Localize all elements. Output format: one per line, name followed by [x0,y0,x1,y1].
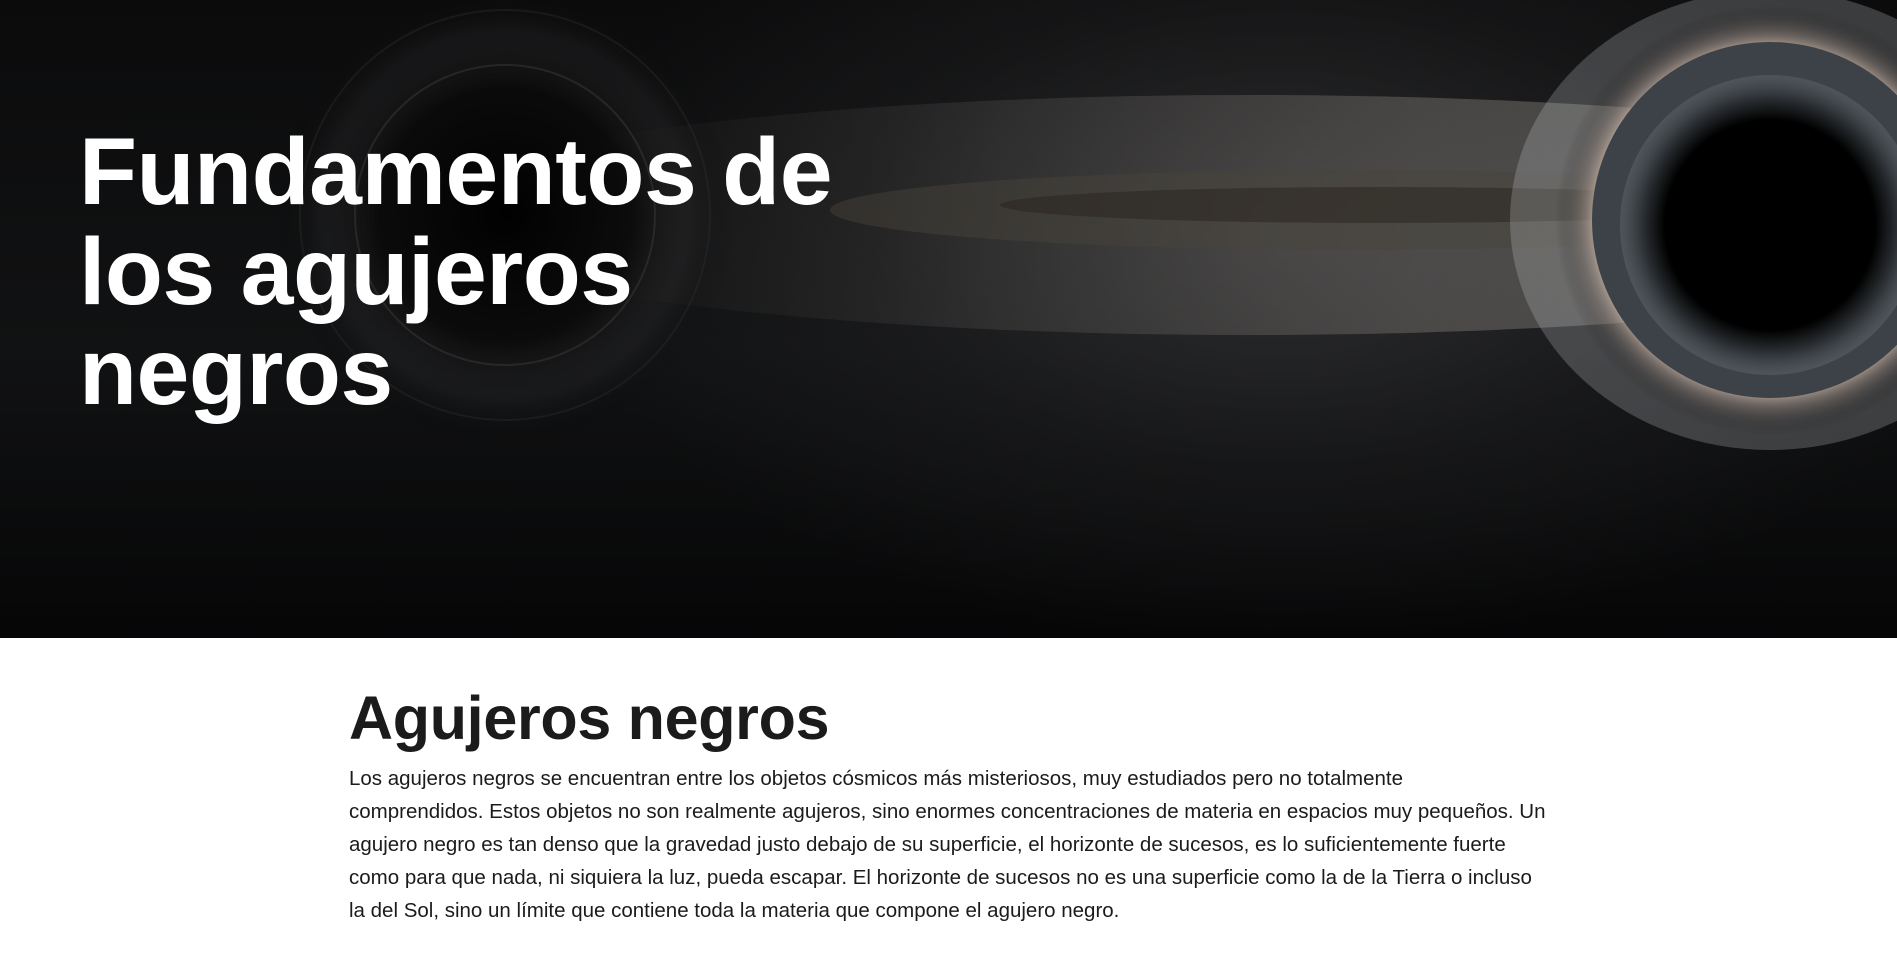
paragraph-line: como para que nada, ni siquiera la luz, … [349,866,1532,889]
article-content: Agujeros negros Los agujeros negros se e… [349,682,1549,927]
page-title-line: los agujeros [79,219,633,325]
page-title-line: Fundamentos de [79,119,833,225]
paragraph-line: comprendidos. Estos objetos no son realm… [349,800,1546,823]
paragraph-line: la del Sol, sino un límite que contiene … [349,899,1120,922]
page-title-line: negros [79,319,393,425]
hero-banner: Fundamentos de los agujeros negros [0,0,1897,638]
intro-paragraph: Los agujeros negros se encuentran entre … [349,762,1549,927]
page-title: Fundamentos de los agujeros negros [79,122,939,422]
section-heading: Agujeros negros [349,684,830,752]
paragraph-line: agujero negro es tan denso que la graved… [349,833,1506,856]
paragraph-line: Los agujeros negros se encuentran entre … [349,767,1404,790]
